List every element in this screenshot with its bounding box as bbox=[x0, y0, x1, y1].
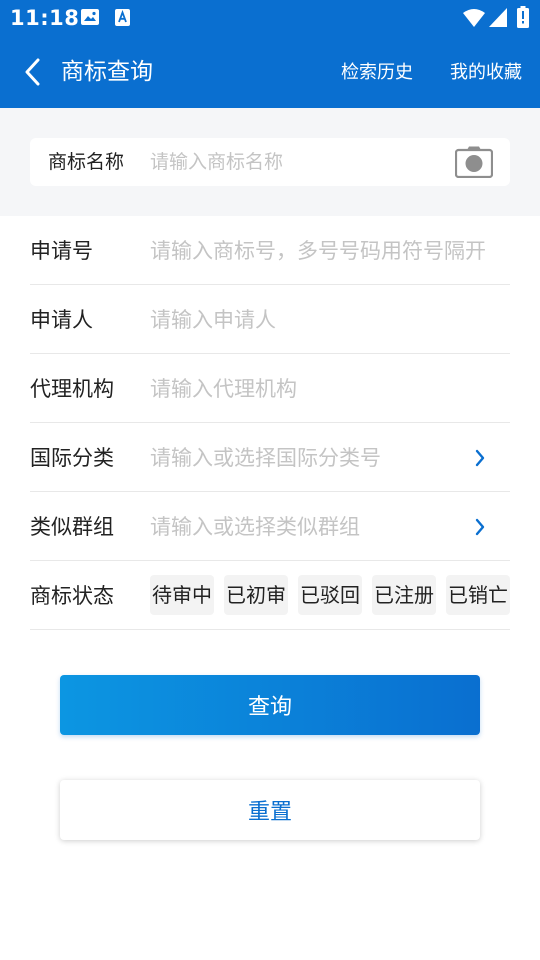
application-number-label: 申请号 bbox=[30, 239, 93, 263]
international-class-select-button[interactable] bbox=[470, 443, 490, 473]
a-icon bbox=[115, 9, 130, 26]
applicant-input[interactable] bbox=[150, 300, 510, 340]
title-bar: 商标查询 检索历史 我的收藏 bbox=[0, 36, 540, 108]
agency-row: 代理机构 bbox=[30, 354, 510, 423]
search-section: 商标名称 bbox=[0, 108, 540, 216]
trademark-name-input[interactable] bbox=[150, 144, 450, 180]
query-button[interactable]: 查询 bbox=[60, 675, 480, 735]
status-chip-registered[interactable]: 已注册 bbox=[372, 575, 436, 615]
similar-group-select-button[interactable] bbox=[470, 512, 490, 542]
international-class-input[interactable] bbox=[150, 438, 470, 478]
chevron-right-icon bbox=[475, 449, 485, 467]
signal-icon bbox=[489, 8, 507, 27]
trademark-name-label: 商标名称 bbox=[48, 151, 125, 173]
agency-input[interactable] bbox=[150, 369, 510, 409]
chevron-left-icon bbox=[25, 58, 40, 86]
international-class-label: 国际分类 bbox=[30, 446, 114, 470]
international-class-row: 国际分类 bbox=[30, 423, 510, 492]
similar-group-row: 类似群组 bbox=[30, 492, 510, 561]
similar-group-input[interactable] bbox=[150, 507, 470, 547]
trademark-status-row: 商标状态 待审中 已初审 已驳回 已注册 已销亡 bbox=[30, 561, 510, 630]
applicant-label: 申请人 bbox=[30, 308, 93, 332]
search-history-link[interactable]: 检索历史 bbox=[341, 60, 413, 86]
agency-label: 代理机构 bbox=[30, 377, 114, 401]
wifi-icon bbox=[463, 9, 485, 27]
applicant-row: 申请人 bbox=[30, 285, 510, 354]
application-number-input[interactable] bbox=[150, 231, 510, 271]
back-button[interactable] bbox=[14, 54, 50, 90]
status-bar: 11:18 bbox=[0, 0, 540, 36]
camera-icon bbox=[455, 146, 493, 178]
status-chip-preliminary[interactable]: 已初审 bbox=[224, 575, 288, 615]
status-chip-rejected[interactable]: 已驳回 bbox=[298, 575, 362, 615]
image-icon bbox=[81, 9, 99, 25]
status-chip-expired[interactable]: 已销亡 bbox=[446, 575, 510, 615]
application-number-row: 申请号 bbox=[30, 216, 510, 285]
trademark-name-search-box: 商标名称 bbox=[30, 138, 510, 186]
trademark-search-screen: 11:18 商标查询 检索历史 我的收藏 商标名称 请输入商标名称 申请号 请输… bbox=[0, 0, 540, 960]
reset-button[interactable]: 重置 bbox=[60, 780, 480, 840]
camera-button[interactable] bbox=[454, 144, 494, 180]
battery-icon bbox=[517, 6, 529, 28]
chevron-right-icon bbox=[475, 518, 485, 536]
status-time: 11:18 bbox=[10, 6, 80, 30]
status-chip-pending[interactable]: 待审中 bbox=[150, 575, 214, 615]
my-favorites-link[interactable]: 我的收藏 bbox=[450, 60, 522, 86]
status-chip-group: 待审中 已初审 已驳回 已注册 已销亡 bbox=[150, 575, 510, 615]
similar-group-label: 类似群组 bbox=[30, 515, 114, 539]
trademark-status-label: 商标状态 bbox=[30, 584, 114, 608]
page-title: 商标查询 bbox=[61, 59, 153, 85]
